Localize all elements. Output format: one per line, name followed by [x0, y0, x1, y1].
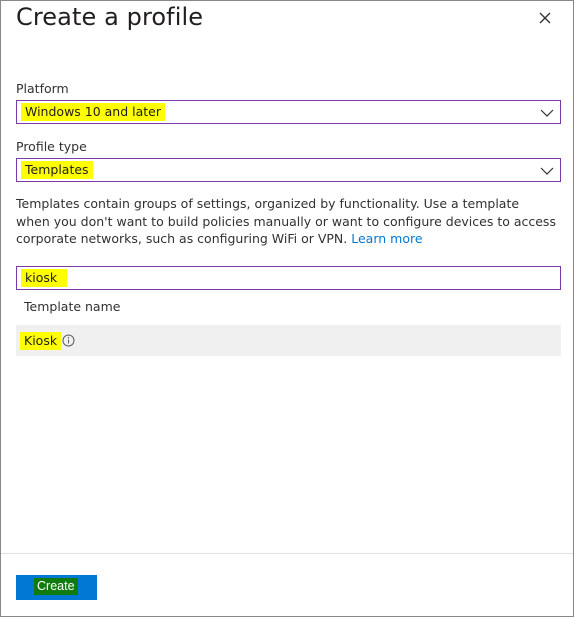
- search-input[interactable]: [21, 269, 67, 287]
- page-title: Create a profile: [16, 3, 204, 31]
- templates-description: Templates contain groups of settings, or…: [16, 195, 556, 248]
- platform-selected-value: Windows 10 and later: [21, 103, 166, 121]
- table-row[interactable]: Kiosk: [16, 325, 561, 356]
- create-button[interactable]: Create: [16, 575, 97, 600]
- create-profile-panel: Create a profile Platform Windows 10 and…: [0, 0, 574, 617]
- template-name-kiosk: Kiosk: [20, 332, 62, 350]
- description-text: Templates contain groups of settings, or…: [16, 196, 556, 246]
- column-header-template-name[interactable]: Template name: [24, 299, 120, 314]
- footer-divider: [1, 553, 573, 554]
- profile-type-dropdown[interactable]: Templates: [16, 158, 561, 182]
- template-search-box[interactable]: [16, 266, 561, 290]
- profile-type-selected-value: Templates: [21, 161, 93, 179]
- create-button-label: Create: [34, 578, 78, 595]
- platform-dropdown[interactable]: Windows 10 and later: [16, 100, 561, 124]
- platform-label: Platform: [16, 81, 69, 96]
- chevron-down-icon: [540, 167, 554, 175]
- profile-type-label: Profile type: [16, 139, 87, 154]
- chevron-down-icon: [540, 109, 554, 117]
- info-icon[interactable]: [62, 334, 75, 347]
- learn-more-link[interactable]: Learn more: [351, 231, 422, 246]
- close-icon[interactable]: [534, 7, 556, 29]
